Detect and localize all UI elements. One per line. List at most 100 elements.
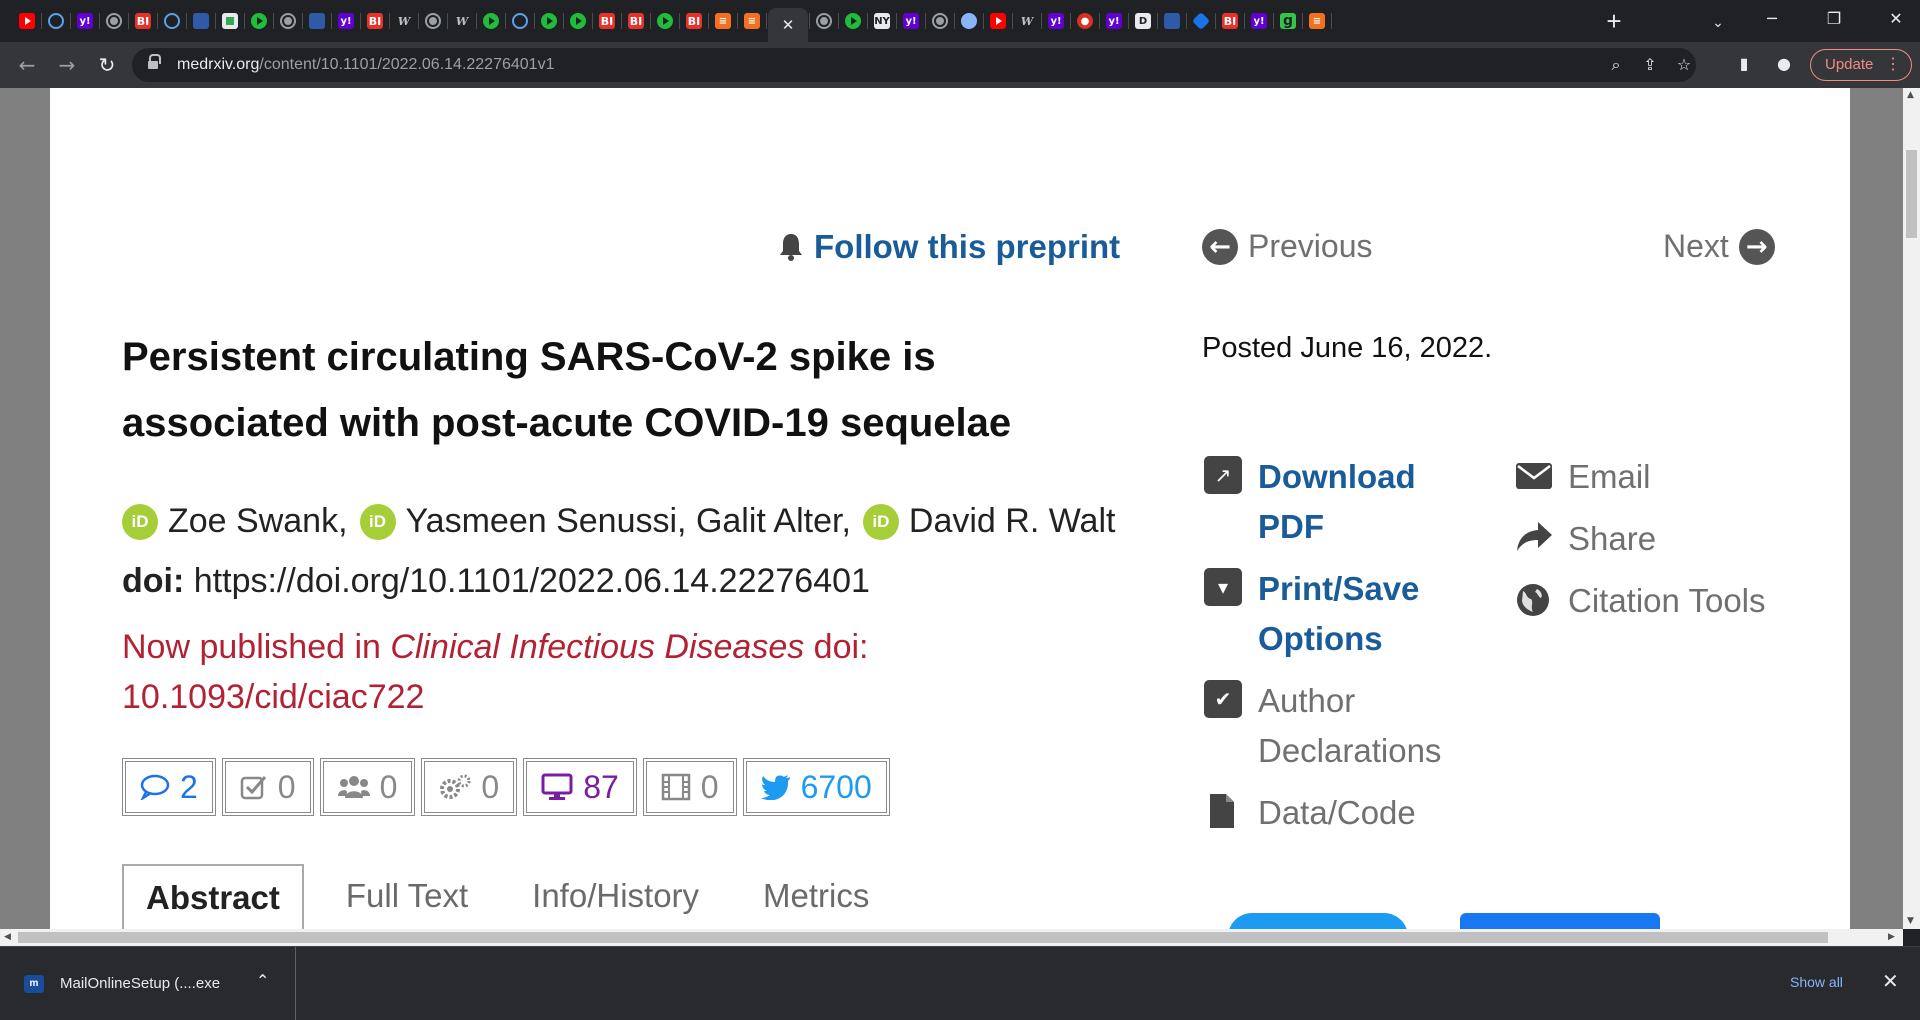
menu-dots-icon[interactable]: ⋮	[1885, 50, 1901, 80]
reviews-count-button[interactable]: 0	[221, 758, 314, 816]
browser-tab[interactable]	[101, 8, 127, 34]
close-icon[interactable]: ✕	[780, 16, 796, 34]
browser-tab[interactable]	[14, 8, 40, 34]
browser-tab[interactable]: y!	[1101, 8, 1127, 34]
browser-tab[interactable]: BI	[681, 8, 707, 34]
citation-tools-label[interactable]: Citation Tools	[1568, 576, 1766, 626]
browser-tab[interactable]	[652, 8, 678, 34]
minimize-button[interactable]: ─	[1752, 4, 1792, 34]
back-button[interactable]: ←	[12, 50, 42, 80]
browser-tab[interactable]	[246, 8, 272, 34]
browser-tab[interactable]: y!	[1246, 8, 1272, 34]
browser-tab[interactable]: BI	[623, 8, 649, 34]
browser-tab[interactable]: BI	[1217, 8, 1243, 34]
browser-tab[interactable]: y!	[333, 8, 359, 34]
download-pdf-label[interactable]: Download PDF	[1258, 452, 1444, 552]
browser-tab[interactable]: ●	[1072, 8, 1098, 34]
previous-label[interactable]: Previous	[1248, 228, 1373, 265]
horizontal-scroll-thumb[interactable]	[18, 932, 1828, 943]
media-count-button[interactable]: 87	[523, 758, 637, 816]
scroll-left-arrow-icon[interactable]: ◀	[4, 932, 11, 942]
show-all-button[interactable]: Show all	[1790, 974, 1843, 990]
data-code-link[interactable]: Data/Code	[1204, 788, 1444, 838]
new-tab-button[interactable]: +	[1600, 8, 1628, 36]
facebook-like-button[interactable]	[1460, 913, 1660, 929]
browser-tab[interactable]	[43, 8, 69, 34]
scroll-up-arrow-icon[interactable]: ▲	[1907, 90, 1914, 100]
email-link[interactable]: Email	[1514, 452, 1651, 502]
orcid-icon[interactable]: iD	[359, 503, 396, 540]
browser-tab[interactable]	[217, 8, 243, 34]
browser-tab[interactable]: ≡	[1304, 8, 1330, 34]
browser-tab[interactable]	[478, 8, 504, 34]
restore-button[interactable]: ❐	[1814, 4, 1854, 34]
video-count-button[interactable]: 0	[642, 758, 737, 816]
twitter-count-button[interactable]: 6700	[742, 758, 890, 816]
browser-tab[interactable]	[840, 8, 866, 34]
download-item[interactable]: m MailOnlineSetup (....exe ⌃	[0, 947, 296, 1020]
browser-tab[interactable]: W	[1014, 8, 1040, 34]
browser-tab[interactable]: W	[449, 8, 475, 34]
browser-tab[interactable]: ≡	[739, 8, 765, 34]
comments-count-button[interactable]: 2	[122, 758, 216, 816]
follow-label[interactable]: Follow this preprint	[814, 228, 1120, 266]
browser-tab[interactable]	[985, 8, 1011, 34]
close-window-button[interactable]: ✕	[1876, 4, 1916, 34]
print-save-link[interactable]: ▾ Print/Save Options	[1204, 564, 1444, 664]
email-label[interactable]: Email	[1568, 452, 1651, 502]
address-bar[interactable]: medrxiv.org/content/10.1101/2022.06.14.2…	[132, 48, 1696, 82]
browser-tab[interactable]	[536, 8, 562, 34]
browser-tab[interactable]	[275, 8, 301, 34]
browser-tab[interactable]	[1159, 8, 1185, 34]
browser-tab[interactable]: g	[1275, 8, 1301, 34]
tab-active[interactable]: ✕	[768, 8, 808, 42]
close-shelf-icon[interactable]: ✕	[1882, 969, 1899, 993]
browser-tab[interactable]: y!	[898, 8, 924, 34]
profile-icon[interactable]: ●	[1772, 53, 1796, 77]
browser-tab[interactable]	[507, 8, 533, 34]
lock-icon[interactable]	[148, 54, 161, 71]
orcid-icon[interactable]: iD	[122, 503, 158, 540]
browser-tab[interactable]: BI	[130, 8, 156, 34]
browser-tab[interactable]: NY	[869, 8, 895, 34]
tab-metrics[interactable]: Metrics	[741, 864, 891, 929]
next-label[interactable]: Next	[1663, 228, 1729, 265]
community-count-button[interactable]: 0	[319, 758, 416, 816]
scroll-down-arrow-icon[interactable]: ▼	[1907, 916, 1914, 926]
vertical-scrollbar[interactable]: ▲ ▼	[1903, 88, 1920, 929]
tab-full-text[interactable]: Full Text	[324, 864, 490, 929]
download-file-name[interactable]: MailOnlineSetup (....exe	[60, 975, 220, 992]
tab-search-chevron-icon[interactable]: ⌄	[1706, 10, 1730, 34]
chevron-up-icon[interactable]: ⌃	[256, 971, 269, 990]
browser-tab[interactable]	[565, 8, 591, 34]
browser-tab[interactable]	[420, 8, 446, 34]
citation-tools-link[interactable]: Citation Tools	[1514, 576, 1766, 626]
vertical-scroll-thumb[interactable]	[1906, 150, 1917, 238]
author-declarations-link[interactable]: ✔ Author Declarations	[1204, 676, 1444, 776]
browser-tab[interactable]	[811, 8, 837, 34]
author-declarations-label[interactable]: Author Declarations	[1258, 676, 1444, 776]
published-notice[interactable]: Now published in Clinical Infectious Dis…	[122, 622, 882, 722]
share-label[interactable]: Share	[1568, 514, 1656, 564]
browser-tab[interactable]	[927, 8, 953, 34]
browser-tab[interactable]: y!	[72, 8, 98, 34]
horizontal-scrollbar[interactable]: ◀ ▶	[0, 929, 1903, 946]
browser-tab[interactable]: BI	[594, 8, 620, 34]
tab-abstract[interactable]: Abstract	[122, 864, 304, 929]
browser-tab[interactable]	[304, 8, 330, 34]
zoom-icon[interactable]: ⌕	[1604, 53, 1628, 77]
download-pdf-link[interactable]: ↗ Download PDF	[1204, 452, 1444, 552]
automated-count-button[interactable]: 0	[421, 758, 518, 816]
update-button[interactable]: Update ⋮	[1810, 49, 1912, 81]
browser-tab[interactable]	[956, 8, 982, 34]
browser-tab[interactable]: y!	[1043, 8, 1069, 34]
next-link[interactable]: Next →	[1663, 228, 1775, 265]
side-panel-icon[interactable]: ▮	[1732, 53, 1756, 77]
doi-link[interactable]: https://doi.org/10.1101/2022.06.14.22276…	[194, 562, 870, 600]
orcid-icon[interactable]: iD	[862, 503, 899, 540]
browser-tab[interactable]	[188, 8, 214, 34]
previous-link[interactable]: ← Previous	[1202, 228, 1373, 265]
data-code-label[interactable]: Data/Code	[1258, 788, 1416, 838]
url-text[interactable]: medrxiv.org/content/10.1101/2022.06.14.2…	[177, 56, 554, 74]
print-save-label[interactable]: Print/Save Options	[1258, 564, 1444, 664]
